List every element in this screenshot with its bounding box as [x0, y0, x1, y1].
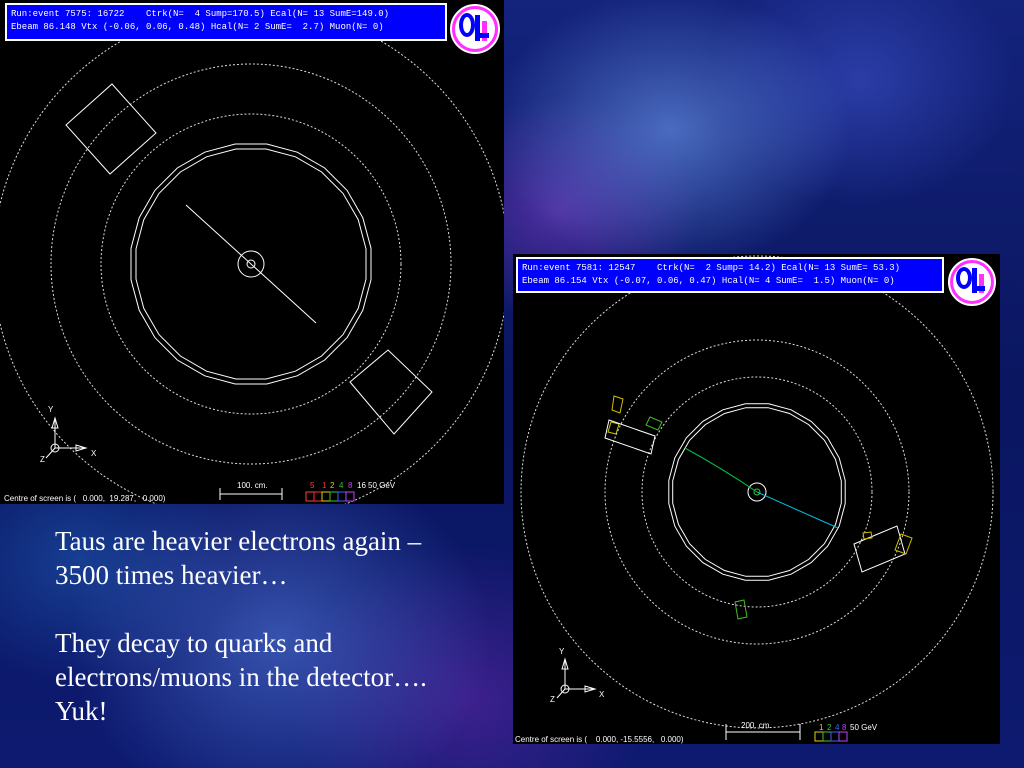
- axis-z-label-2: Z: [550, 695, 555, 704]
- header-1-line-1: Run:event 7575: 16722 Ctrk(N= 4 Sump=170…: [11, 9, 390, 19]
- axis-y-label: Y: [48, 405, 54, 414]
- event-display-1: Y X Z 100. cm. 5 1 2 4 8 16 50 GeV Run:e…: [0, 0, 504, 504]
- event-header-1: Run:event 7575: 16722 Ctrk(N= 4 Sump=170…: [5, 3, 447, 41]
- axis-z-label: Z: [40, 455, 45, 464]
- energy-scale-16: 16: [357, 481, 366, 490]
- header-2-line-2: Ebeam 86.154 Vtx (-0.07, 0.06, 0.47) Hca…: [522, 276, 895, 286]
- axis-y-label-2: Y: [559, 647, 565, 656]
- opal-logo-icon: [948, 258, 996, 306]
- scale-label-2: 200. cm.: [741, 721, 772, 730]
- detector-view-1: Y X Z 100. cm. 5 1 2 4 8 16 50 GeV: [0, 5, 504, 504]
- event-header-2: Run:event 7581: 12547 Ctrk(N= 2 Sump= 14…: [516, 257, 944, 293]
- centre-of-screen-2: Centre of screen is ( 0.000, -15.5556, 0…: [515, 735, 684, 744]
- slide-paragraph-2: They decay to quarks and electrons/muons…: [55, 628, 427, 726]
- event-display-2: Y X Z 200. cm. 1 2 4 8 50 GeV Run:event …: [513, 254, 1000, 744]
- energy-scale-2: 2: [330, 481, 335, 490]
- energy-scale-1: 1: [322, 481, 327, 490]
- axis-x-label: X: [91, 449, 97, 458]
- energy-scale-5: 5: [310, 481, 315, 490]
- centre-of-screen-1: Centre of screen is ( 0.000, 19.287, 0.0…: [4, 494, 166, 503]
- energy-scale-2-4: 4: [835, 723, 840, 732]
- energy-scale-2-1: 1: [819, 723, 824, 732]
- energy-scale-4: 4: [339, 481, 344, 490]
- energy-scale-2-2: 2: [827, 723, 832, 732]
- energy-scale-2-unit: 50 GeV: [850, 723, 878, 732]
- energy-scale-2-8: 8: [842, 723, 847, 732]
- scale-label-1: 100. cm.: [237, 481, 268, 490]
- header-2-line-1: Run:event 7581: 12547 Ctrk(N= 2 Sump= 14…: [522, 263, 901, 273]
- slide-paragraph-1: Taus are heavier electrons again – 3500 …: [55, 526, 422, 590]
- energy-scale-unit: 50 GeV: [368, 481, 396, 490]
- axis-x-label-2: X: [599, 690, 605, 699]
- energy-scale-8: 8: [348, 481, 353, 490]
- detector-view-2: Y X Z 200. cm. 1 2 4 8 50 GeV: [520, 255, 994, 742]
- opal-logo-icon: [450, 4, 500, 54]
- header-1-line-2: Ebeam 86.148 Vtx (-0.06, 0.06, 0.48) Hca…: [11, 22, 384, 32]
